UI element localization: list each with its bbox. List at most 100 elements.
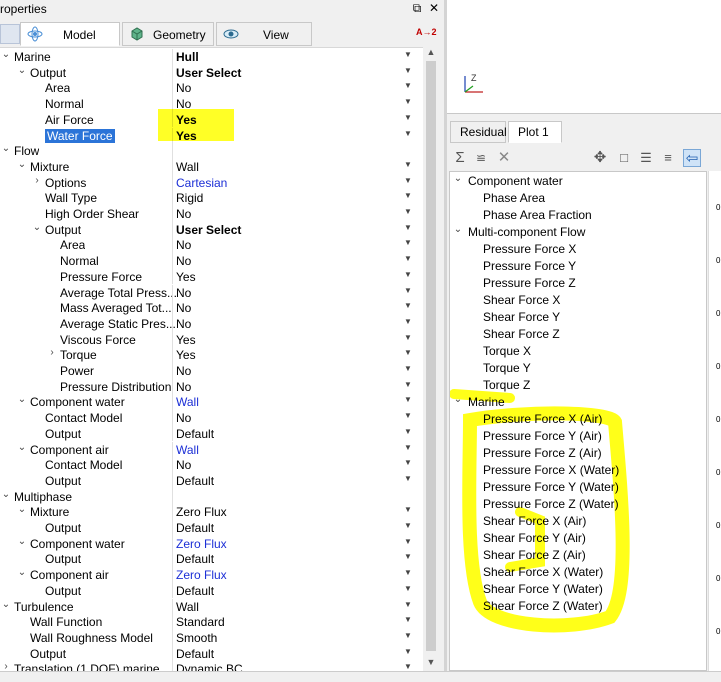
property-row[interactable]: ⌄ Mixture Wall ▼ [0,158,423,175]
dropdown-arrow-icon[interactable]: ▼ [404,380,412,389]
property-row[interactable]: ⌄ Component water Wall ▼ [0,394,423,411]
dropdown-arrow-icon[interactable]: ▼ [404,552,412,561]
dropdown-arrow-icon[interactable]: ▼ [404,254,412,263]
dropdown-arrow-icon[interactable]: ▼ [404,317,412,326]
dropdown-arrow-icon[interactable]: ▼ [404,427,412,436]
collapse-arrow-icon[interactable]: ⌄ [16,442,28,453]
property-row[interactable]: ⌄ Component air Wall ▼ [0,441,423,458]
property-value[interactable]: No [176,317,191,331]
property-value[interactable]: No [176,254,191,268]
property-value[interactable]: Wall [176,395,199,409]
property-row[interactable]: › Options Cartesian ▼ [0,174,423,191]
scroll-down-icon[interactable]: ▼ [423,657,439,671]
dropdown-arrow-icon[interactable]: ▼ [404,411,412,420]
collapse-arrow-icon[interactable]: ⌄ [16,394,28,405]
collapse-arrow-icon[interactable]: ⌄ [16,504,28,515]
dropdown-arrow-icon[interactable]: ▼ [404,615,412,624]
dropdown-arrow-icon[interactable]: ▼ [404,191,412,200]
expand-arrow-icon[interactable]: › [0,661,12,671]
dropdown-arrow-icon[interactable]: ▼ [404,270,412,279]
collapse-arrow-icon[interactable]: ⌄ [452,224,464,235]
property-value[interactable]: Rigid [176,191,203,205]
expand-arrow-icon[interactable]: › [31,175,43,186]
dropdown-arrow-icon[interactable]: ▼ [404,97,412,106]
collapse-arrow-icon[interactable]: ⌄ [0,489,12,500]
property-row[interactable]: Contact Model No ▼ [0,410,423,426]
dropdown-arrow-icon[interactable]: ▼ [404,223,412,232]
dropdown-arrow-icon[interactable]: ▼ [404,129,412,138]
tab-geometry[interactable]: Geometry [122,22,214,46]
dropdown-arrow-icon[interactable]: ▼ [404,600,412,609]
property-value[interactable]: Zero Flux [176,505,227,519]
property-row[interactable]: Power No ▼ [0,363,423,379]
dropdown-arrow-icon[interactable]: ▼ [404,207,412,216]
property-row[interactable]: › Translation (1 DOF) marine Dynamic BC ▼ [0,661,423,671]
dropdown-arrow-icon[interactable]: ▼ [404,348,412,357]
property-row[interactable]: Normal No ▼ [0,253,423,269]
property-value[interactable]: Zero Flux [176,568,227,582]
collapse-arrow-icon[interactable]: ⌄ [16,65,28,76]
collapse-arrow-icon[interactable]: ⌄ [452,173,464,184]
property-row[interactable]: › Torque Yes ▼ [0,347,423,363]
page-icon[interactable]: □ [615,149,633,167]
dropdown-arrow-icon[interactable]: ▼ [404,505,412,514]
property-row[interactable]: High Order Shear No ▼ [0,206,423,222]
property-row[interactable]: Output Default ▼ [0,582,423,599]
property-row[interactable]: Wall Function Standard ▼ [0,614,423,630]
property-value[interactable]: Default [176,474,214,488]
dropdown-arrow-icon[interactable]: ▼ [404,631,412,640]
property-value[interactable]: No [176,458,191,472]
property-row[interactable]: ⌄ Component air Zero Flux ▼ [0,567,423,583]
property-value[interactable]: No [176,301,191,315]
lines-icon[interactable]: ≡ [659,149,677,167]
property-value[interactable]: User Select [176,223,241,237]
dropdown-arrow-icon[interactable]: ▼ [404,50,412,59]
pin-icon[interactable] [0,24,20,44]
property-row[interactable]: Area No ▼ [0,80,423,97]
dropdown-arrow-icon[interactable]: ▼ [404,568,412,577]
property-row[interactable]: Average Static Pres... No ▼ [0,315,423,332]
dropdown-arrow-icon[interactable]: ▼ [404,66,412,75]
dropdown-arrow-icon[interactable]: ▼ [404,364,412,373]
dropdown-arrow-icon[interactable]: ▼ [404,160,412,169]
property-row[interactable]: ⌄ Marine Hull ▼ [0,49,423,65]
property-value[interactable]: User Select [176,66,241,80]
property-value[interactable]: No [176,286,191,300]
property-value[interactable]: Wall [176,443,199,457]
collapse-arrow-icon[interactable]: ⌄ [452,394,464,405]
dropdown-arrow-icon[interactable]: ▼ [404,395,412,404]
property-value[interactable]: Dynamic BC [176,662,243,671]
expand-arrow-icon[interactable]: › [46,347,58,358]
collapse-arrow-icon[interactable]: ⌄ [16,536,28,547]
property-value[interactable]: Yes [176,333,196,347]
dropdown-arrow-icon[interactable]: ▼ [404,286,412,295]
property-value[interactable]: Wall [176,600,199,614]
tab-plot-1[interactable]: Plot 1 [508,121,562,143]
collapse-arrow-icon[interactable]: ⌄ [16,567,28,578]
property-value[interactable]: Hull [176,50,199,64]
property-value[interactable]: Yes [176,270,196,284]
dropdown-arrow-icon[interactable]: ▼ [404,521,412,530]
list-check-icon[interactable]: ☰ [637,149,655,167]
move-icon[interactable]: ✥ [591,149,609,167]
dropdown-arrow-icon[interactable]: ▼ [404,474,412,483]
chart-icon[interactable]: ≌ [472,149,490,167]
dropdown-arrow-icon[interactable]: ▼ [404,301,412,310]
scroll-thumb[interactable] [426,61,436,651]
collapse-arrow-icon[interactable]: ⌄ [0,49,12,60]
property-row[interactable]: Average Total Press... No ▼ [0,284,423,301]
dropdown-arrow-icon[interactable]: ▼ [404,81,412,90]
property-row[interactable]: ⌄ Multiphase [0,488,423,505]
dropdown-arrow-icon[interactable]: ▼ [404,176,412,185]
property-value[interactable]: Yes [176,348,196,362]
property-row[interactable]: Output Default ▼ [0,472,423,489]
3d-viewport[interactable]: Z [447,0,721,114]
collapse-arrow-icon[interactable]: ⌄ [16,159,28,170]
property-value[interactable]: Default [176,552,214,566]
dropdown-arrow-icon[interactable]: ▼ [404,113,412,122]
property-value[interactable]: Cartesian [176,176,227,190]
property-value[interactable]: No [176,207,191,221]
dropdown-arrow-icon[interactable]: ▼ [404,458,412,467]
property-row[interactable]: ⌄ Output User Select ▼ [0,221,423,238]
sum-icon[interactable]: Σ [451,149,469,167]
